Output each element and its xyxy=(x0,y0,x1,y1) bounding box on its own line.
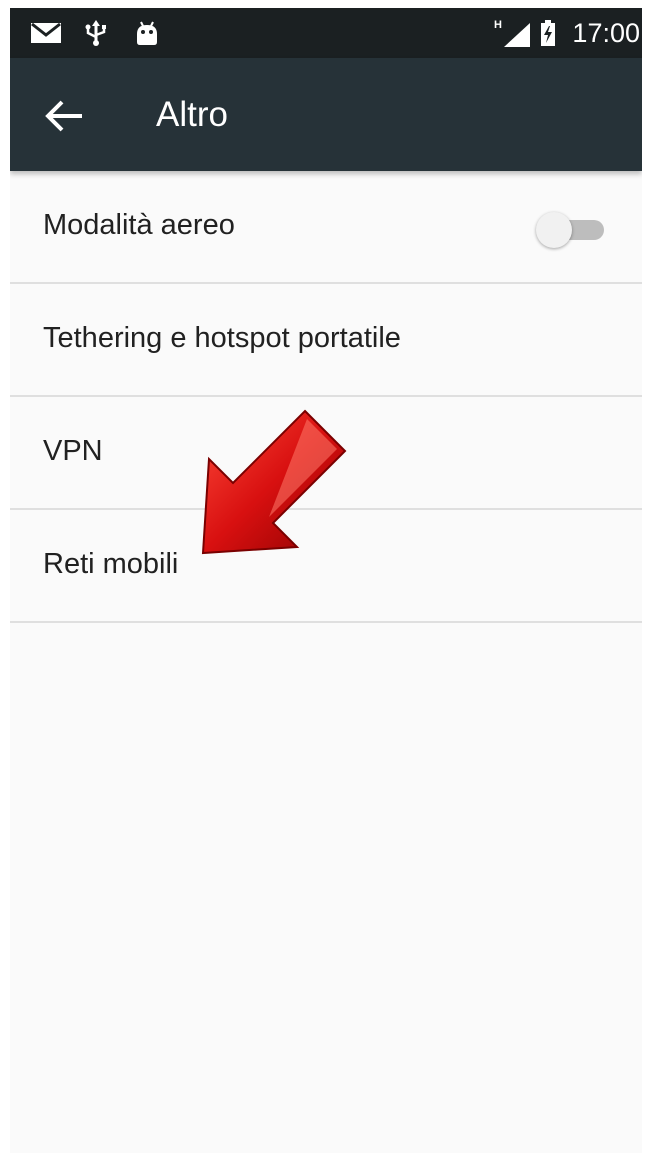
page-title: Altro xyxy=(156,95,228,134)
list-item-label: Tethering e hotspot portatile xyxy=(43,322,401,354)
list-item-label: VPN xyxy=(43,435,103,467)
phone-screen: H 17:00 Altro Modalità aereo Tethering e… xyxy=(10,8,642,1153)
list-item-label: Modalità aereo xyxy=(43,209,235,241)
battery-charging-icon xyxy=(541,20,555,46)
toggle-thumb xyxy=(536,212,572,248)
mail-icon xyxy=(31,22,61,43)
list-item-label: Reti mobili xyxy=(43,548,179,580)
list-item-airplane-mode[interactable]: Modalità aereo xyxy=(10,171,642,284)
status-bar: H 17:00 xyxy=(10,8,642,58)
arrow-back-icon xyxy=(45,100,82,132)
annotation-arrow-icon xyxy=(201,409,347,555)
status-time: 17:00 xyxy=(572,18,640,48)
list-item-tethering[interactable]: Tethering e hotspot portatile xyxy=(10,284,642,397)
signal-icon xyxy=(504,23,530,47)
usb-icon xyxy=(85,20,106,46)
network-type-label: H xyxy=(494,19,502,31)
app-bar: Altro xyxy=(10,58,642,171)
airplane-mode-toggle[interactable] xyxy=(536,210,608,248)
android-icon xyxy=(137,21,157,45)
back-button[interactable] xyxy=(40,94,90,138)
